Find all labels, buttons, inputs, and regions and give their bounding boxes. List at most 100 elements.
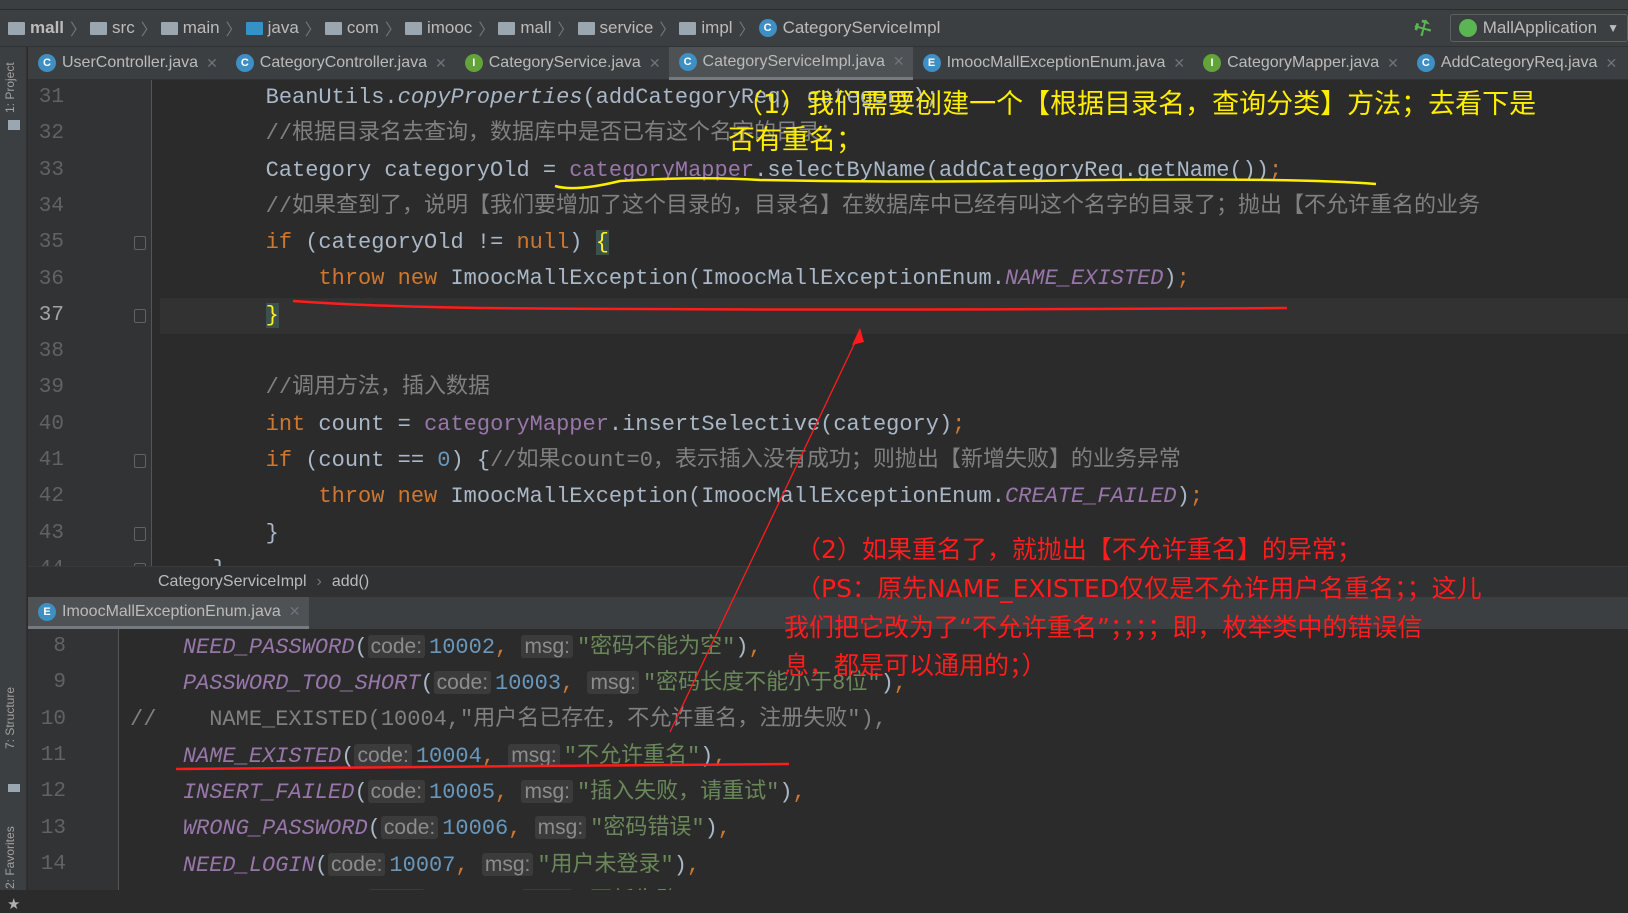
code-line[interactable]: NEED_LOGIN(code: 10007, msg: "用户未登录"), [130,847,1628,883]
parameter-hint: msg: [508,743,560,767]
code-line[interactable]: NAME_EXISTED(code: 10004, msg: "不允许重名"), [130,738,1628,774]
line-number: 32 [38,122,64,146]
star-icon: ★ [7,896,21,913]
code-token: ( [314,852,329,878]
code-token: , [792,780,806,806]
code-token: ) [1163,266,1177,292]
run-config-dropdown[interactable]: MallApplication ▼ [1449,14,1628,42]
close-icon[interactable]: ✕ [649,55,661,72]
code-line[interactable]: Category categoryOld = categoryMapper.se… [160,153,1628,189]
breadcrumb-item[interactable]: mall 〉 [498,16,574,40]
close-icon[interactable]: ✕ [289,603,301,620]
folder-icon [245,21,263,35]
code-area[interactable]: BeanUtils.copyProperties(addCategoryReq,… [160,80,1628,566]
tab-label: CategoryMapper.java [1227,54,1380,71]
code-line[interactable]: //根据目录名去查询，数据库中是否已有这个名字的目录； [160,116,1628,152]
code-token: ; [1176,266,1190,292]
breadcrumb-item[interactable]: com 〉 [324,16,401,40]
breadcrumb-item[interactable]: impl 〉 [679,16,755,40]
code-line[interactable]: throw new ImoocMallException(ImoocMallEx… [160,261,1628,297]
code-token: 10005 [429,780,496,806]
chevron-right-icon: 〉 [659,22,676,39]
code-token: ) [700,743,714,769]
editor-tab[interactable]: I CategoryMapper.java ✕ [1193,47,1407,80]
code-line[interactable]: if (categoryOld != null) { [160,225,1628,261]
editor-tab[interactable]: C UserController.java ✕ [28,47,226,80]
breadcrumb-label: main [182,18,220,37]
editor-tab[interactable]: I CategoryService.java ✕ [455,47,669,80]
code-token: , [495,635,522,660]
code-line[interactable]: //如果查到了，说明【我们要增加了这个目录的，目录名】在数据库中已经有叫这个名字… [160,189,1628,225]
breadcrumb-item[interactable]: service 〉 [577,16,676,40]
folder-icon [90,21,108,35]
breadcrumb-item[interactable]: mall 〉 [8,16,86,40]
code-token: //如果count=0，表示插入没有成功；则抛出【新增失败】的业务异常 [490,447,1181,473]
fold-marker-icon[interactable] [134,308,146,323]
crumb-class[interactable]: CategoryServiceImpl [158,573,307,591]
code-line[interactable]: WRONG_PASSWORD(code: 10006, msg: "密码错误"), [130,810,1628,846]
tool-window-structure[interactable]: 7: Structure [3,687,17,749]
close-icon[interactable]: ✕ [206,55,218,72]
breadcrumb-item[interactable]: C CategoryServiceImpl [758,18,940,38]
code-line[interactable]: } [160,297,1628,335]
annotation-2-line-1: （2）如果重名了，就抛出【不允许重名】的异常； [796,535,1362,564]
tool-window-project[interactable]: 1: Project [3,62,17,113]
fold-marker-icon[interactable] [134,454,146,468]
close-icon[interactable]: ✕ [1173,55,1185,72]
tab-imooc-mall-exception-enum[interactable]: E ImoocMallExceptionEnum.java ✕ [28,597,309,629]
left-tool-strip: 1: Project 7: Structure 2: Favorites ★ [0,47,27,913]
chevron-right-icon: 〉 [225,22,242,39]
crumb-method[interactable]: add() [332,573,369,591]
interface-file-icon: I [1203,54,1222,72]
code-line[interactable]: UPDATE_FAILED(code:10008, msg:"更新失败"), [130,883,1628,890]
editor-tab[interactable]: C CategoryController.java ✕ [226,47,455,80]
code-line[interactable]: INSERT_FAILED(code: 10005, msg: "插入失败，请重试"… [130,774,1628,810]
editor-tab[interactable]: C CategoryServiceImpl.java ✕ [668,46,913,80]
editor-tab[interactable]: E ImoocMallExceptionEnum.java ✕ [913,47,1194,80]
breadcrumb-label: com [346,18,379,37]
close-icon[interactable]: ✕ [893,53,905,70]
line-number: 13 [40,816,66,840]
chevron-right-icon: › [316,573,322,590]
folder-icon [577,21,595,35]
parameter-hint: msg: [534,816,587,840]
code-token: , [455,852,482,878]
build-hammer-icon[interactable]: ⚒ [1409,13,1437,44]
code-line[interactable]: //调用方法，插入数据 [160,370,1628,406]
code-line[interactable]: int count = categoryMapper.insertSelecti… [160,407,1628,443]
tool-window-favorites[interactable]: 2: Favorites [3,826,17,889]
breadcrumb-item[interactable]: src 〉 [90,16,157,40]
line-number: 10 [40,707,66,731]
close-icon[interactable]: ✕ [1605,55,1617,72]
code-line[interactable]: // NAME_EXISTED(10004,"用户名已存在，不允许重名，注册失败… [130,702,1628,738]
breadcrumb-item[interactable]: imooc 〉 [404,16,494,40]
interface-file-icon: I [464,54,483,72]
close-icon[interactable]: ✕ [435,55,447,72]
code-token: ) [569,230,596,256]
fold-marker-icon[interactable] [134,236,146,251]
code-token: WRONG_PASSWORD [182,816,368,842]
line-number: 44 [28,552,64,566]
code-token: 10006 [442,816,509,842]
chevron-right-icon: 〉 [384,22,401,39]
fold-marker-icon[interactable] [134,526,146,541]
code-token: .insertSelective(category) [608,411,953,437]
annotation-2-line-4: 息，都是可以通用的；） [784,651,1047,680]
breadcrumb-item[interactable]: java 〉 [245,16,321,40]
breadcrumb-item[interactable]: main 〉 [160,16,242,40]
editor-tab[interactable]: C AddCategoryReq.java ✕ [1407,47,1625,80]
folder-icon [404,21,422,35]
code-token: , [686,852,701,878]
code-line[interactable]: if (count == 0) {//如果count=0，表示插入没有成功；则抛… [160,443,1628,479]
code-token: NAME_EXISTED [182,743,342,769]
code-line[interactable]: throw new ImoocMallException(ImoocMallEx… [160,479,1628,515]
close-icon[interactable]: ✕ [1387,55,1399,72]
code-token: } [160,557,226,566]
line-number: 35 [38,231,64,255]
code-line[interactable] [160,334,1628,370]
breadcrumb-label: src [112,18,135,37]
code-token: (count == [292,447,438,473]
tab-label: ImoocMallExceptionEnum.java [62,602,281,620]
